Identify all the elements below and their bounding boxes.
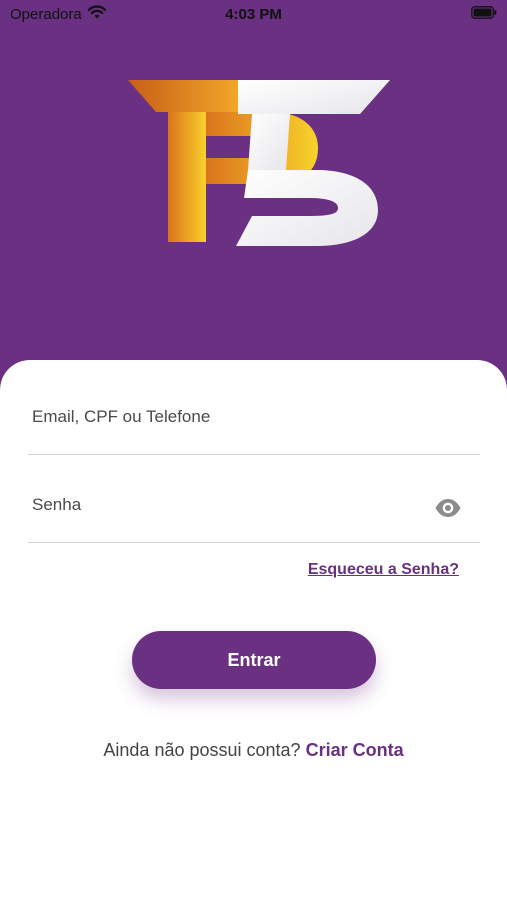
- enter-button[interactable]: Entrar: [132, 631, 376, 689]
- battery-icon: [471, 6, 497, 19]
- password-placeholder: Senha: [32, 495, 82, 514]
- p5-logo: [128, 80, 390, 246]
- clock: 4:03 PM: [225, 6, 282, 23]
- forgot-password-link[interactable]: Esqueceu a Senha?: [308, 561, 459, 579]
- create-account-link[interactable]: Criar Conta: [306, 740, 404, 760]
- email-placeholder: Email, CPF ou Telefone: [32, 407, 211, 426]
- eye-icon[interactable]: [434, 498, 462, 518]
- signup-prompt: Ainda não possui conta?: [103, 740, 301, 760]
- email-field[interactable]: Email, CPF ou Telefone: [28, 392, 480, 455]
- status-bar: Operadora 4:03 PM: [0, 0, 507, 28]
- password-field[interactable]: Senha: [28, 480, 480, 543]
- signup-row: Ainda não possui conta? Criar Conta: [0, 740, 507, 761]
